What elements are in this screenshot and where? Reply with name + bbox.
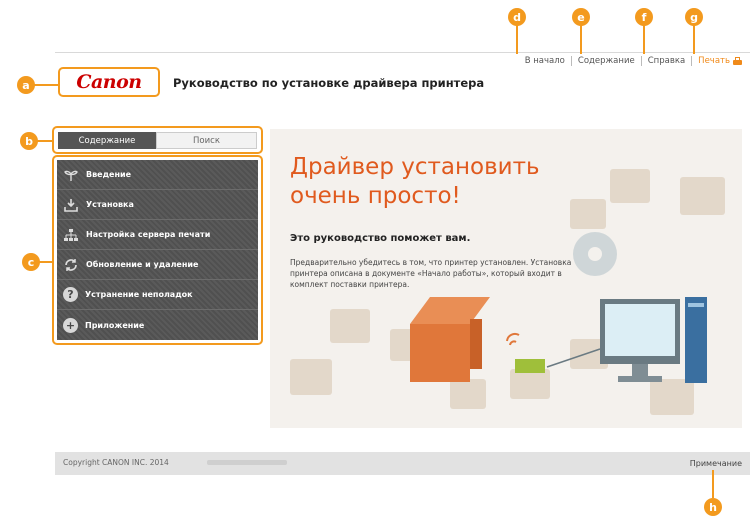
hero-title-line2: очень просто! [290,183,461,209]
home-link[interactable]: В начало [519,56,572,66]
callout-line [36,140,52,142]
install-icon [63,197,79,213]
callout-g: g [685,8,703,26]
hero-subtitle: Это руководство поможет вам. [290,233,471,244]
help-link[interactable]: Справка [642,56,693,66]
callout-c: c [22,253,40,271]
menu-item-label: Приложение [85,320,145,330]
blurred-text [207,460,287,465]
copyright-text: Copyright CANON INC. 2014 [63,458,169,467]
sprout-icon [63,167,79,183]
callout-f: f [635,8,653,26]
menu-item-troubleshooting[interactable]: ? Устранение неполадок [57,280,258,310]
callout-line [33,84,58,86]
callout-d: d [508,8,526,26]
page-title: Руководство по установке драйвера принте… [173,76,485,90]
hero-title: Драйвер установить очень просто! [290,153,540,211]
tab-contents[interactable]: Содержание [58,132,156,149]
callout-b: b [20,132,38,150]
menu-item-update-remove[interactable]: Обновление и удаление [57,250,258,280]
plus-icon: + [63,317,78,333]
header-divider [55,52,750,53]
menu-item-appendix[interactable]: + Приложение [57,310,258,340]
callout-line [712,470,714,498]
callout-line [516,24,518,54]
callout-line [580,24,582,54]
callout-a: a [17,76,35,94]
print-label: Печать [698,56,730,66]
refresh-icon [63,257,79,273]
menu-item-label: Устранение неполадок [85,290,193,299]
tab-search[interactable]: Поиск [156,132,257,149]
menu-item-print-server[interactable]: Настройка сервера печати [57,220,258,250]
callout-line [38,261,52,263]
callout-line [693,24,695,54]
menu-item-label: Настройка сервера печати [86,230,211,239]
print-icon [733,57,742,65]
contents-menu: Введение Установка Настройка сервера печ… [52,155,263,345]
menu-item-introduction[interactable]: Введение [57,160,258,190]
notice-link[interactable]: Примечание [690,459,742,468]
menu-item-installation[interactable]: Установка [57,190,258,220]
hero-title-line1: Драйвер установить [290,154,540,180]
menu-item-label: Установка [86,200,134,209]
help-icon: ? [63,287,78,302]
canon-logo[interactable]: Canon [58,67,160,97]
menu-item-label: Введение [86,170,132,179]
callout-e: e [572,8,590,26]
top-nav: В начало Содержание Справка Печать [519,56,748,66]
callout-h: h [704,498,722,516]
callout-line [643,24,645,54]
logo-text: Canon [76,71,142,93]
menu-item-label: Обновление и удаление [86,260,199,269]
network-icon [63,227,79,243]
hero-description: Предварительно убедитесь в том, что прин… [290,258,572,289]
footer: Copyright CANON INC. 2014 Примечание [55,452,750,475]
contents-link[interactable]: Содержание [572,56,642,66]
tab-bar: Содержание Поиск [52,126,263,154]
hero-banner: Драйвер установить очень просто! Это рук… [270,129,742,428]
print-link[interactable]: Печать [692,56,748,66]
